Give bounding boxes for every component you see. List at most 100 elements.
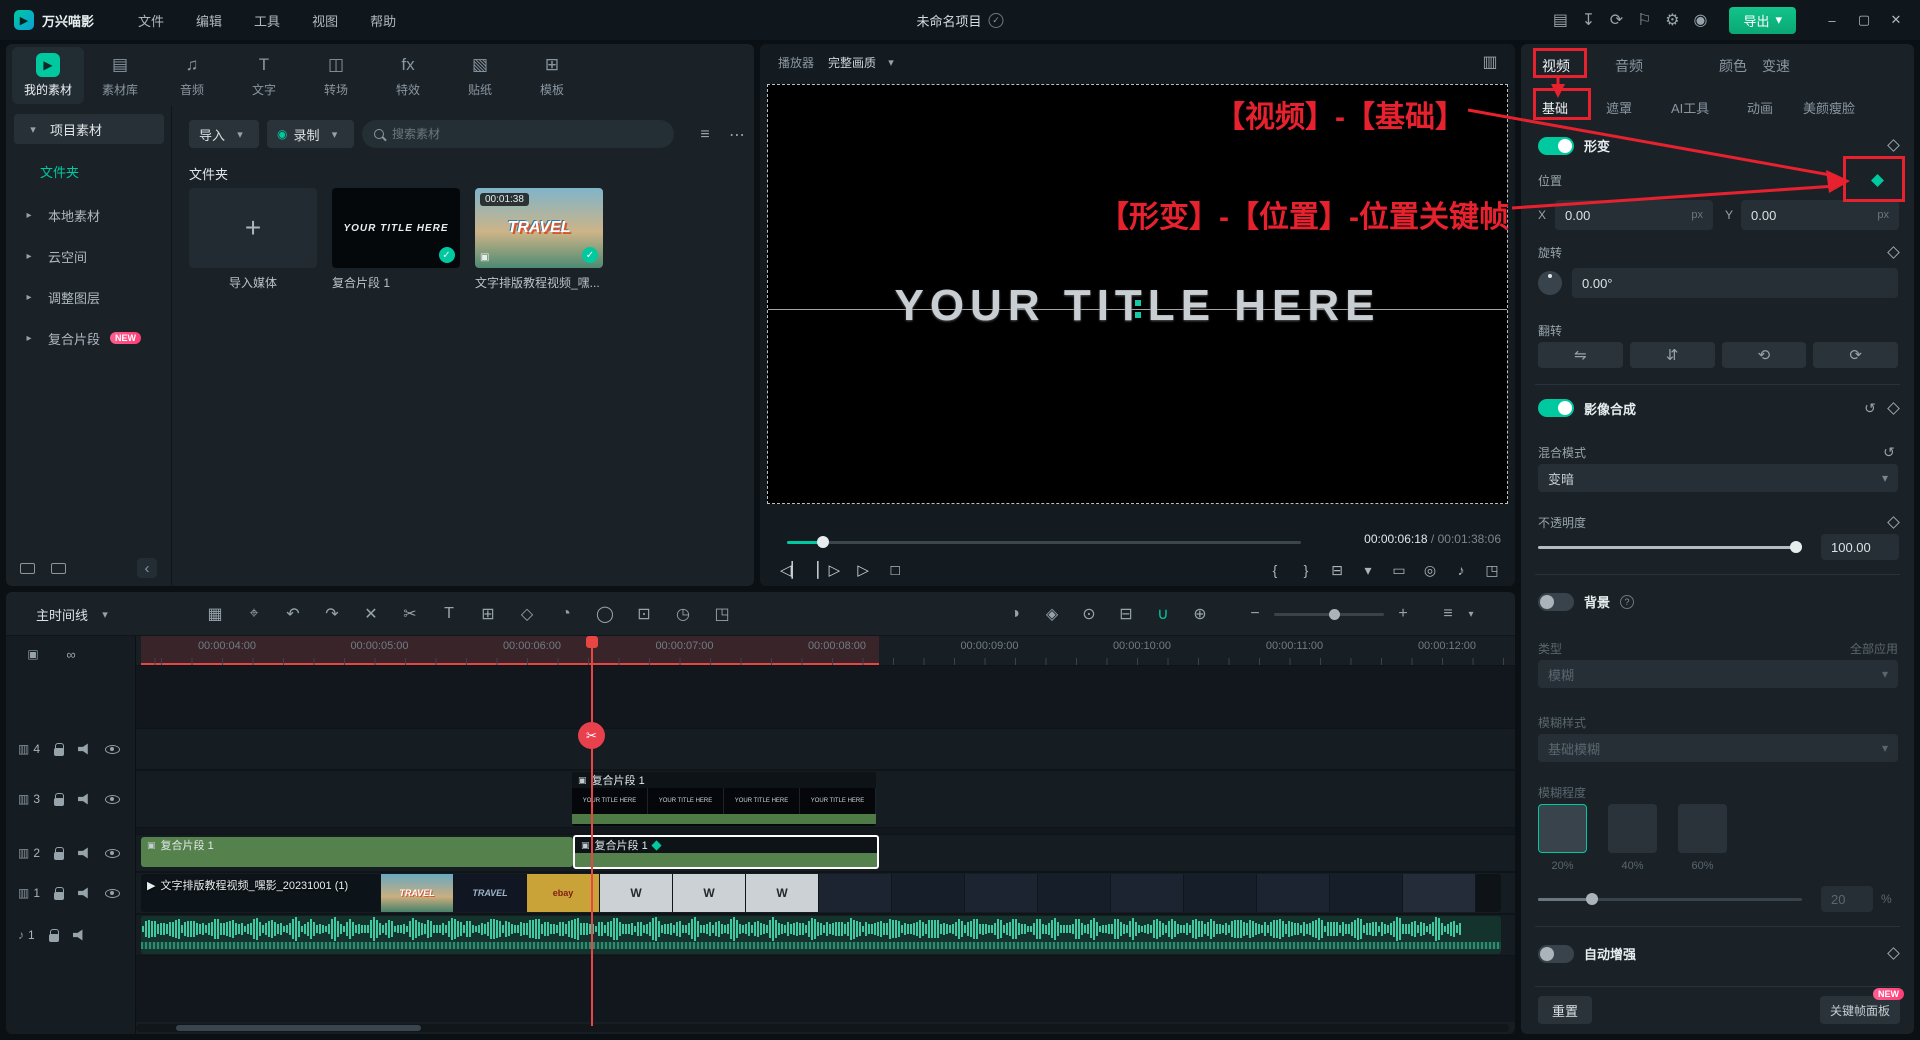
compound-clip-tile[interactable]: YOUR TITLE HERE ✓ [332,188,460,268]
import-media-tile[interactable]: + [189,188,317,268]
video-stage[interactable]: YOUR TITLE HERE [767,84,1508,504]
playhead-scissors-icon[interactable]: ✂ [578,722,605,749]
reset-button[interactable]: 重置 [1538,996,1592,1024]
mask-icon[interactable]: ◯ [596,604,614,624]
lock-track-icon[interactable] [54,798,64,806]
app-logo[interactable]: ▶ 万兴喵影 [0,10,108,30]
freeze-frame-icon[interactable]: ◷ [674,604,692,624]
split-icon[interactable]: ✂ [401,604,419,624]
undo-icon[interactable]: ↶ [284,604,302,624]
rotate-ccw-icon[interactable]: ⟲ [1722,342,1807,368]
clip-audio-track1[interactable] [141,916,1501,954]
tab-my-media[interactable]: ▶ 我的素材 [12,47,84,104]
blur-amount-slider[interactable] [1538,892,1802,906]
close-button[interactable]: ✕ [1882,6,1910,34]
track-manager[interactable]: ≡ ▾ [1439,600,1480,628]
tab-effects[interactable]: fx 特效 [372,47,444,104]
search-box[interactable] [362,120,674,148]
menu-item-0[interactable]: 文件 [126,7,176,34]
progress-knob[interactable] [817,536,829,548]
caret-down-icon[interactable]: ▾ [1359,560,1377,580]
display-mode-icon[interactable]: ▭ [1390,560,1408,580]
rotate-keyframe-icon[interactable] [1887,246,1900,259]
track-row-4[interactable] [136,728,1515,770]
zoom-out-icon[interactable]: − [1246,604,1264,624]
reset-compositing-icon[interactable]: ↺ [1861,398,1879,418]
blend-mode-dropdown[interactable]: 变暗 ▾ [1538,464,1898,492]
sidebar-project-media[interactable]: ▾ 项目素材 [14,114,164,144]
marker-icon[interactable]: ⊕ [1191,604,1209,624]
record-button[interactable]: ◉ 录制 ▾ [267,120,354,148]
mark-out-icon[interactable]: } [1297,560,1315,580]
blur-amount-value-box[interactable]: 20 [1821,886,1873,912]
scopes-icon[interactable]: ▥ [1481,52,1499,72]
delete-icon[interactable]: ✕ [362,604,380,624]
subtab-beauty[interactable]: 美颜瘦脸 [1803,98,1855,117]
stop-icon[interactable]: □ [886,560,904,580]
timeline-ruler[interactable]: 00:00:04:0000:00:05:0000:00:06:0000:00:0… [136,636,1515,666]
link-icon[interactable]: ∞ [62,644,80,664]
clip-compound-track3[interactable]: ▣ 复合片段 1 YOUR TITLE HERE YOUR TITLE HERE… [572,772,876,826]
search-input[interactable] [392,127,622,141]
zoom-knob[interactable] [1329,609,1340,620]
minimize-button[interactable]: – [1818,6,1846,34]
opacity-value-box[interactable]: 100.00 [1821,534,1899,560]
blur-style-dropdown[interactable]: 基础模糊 ▾ [1538,734,1898,762]
background-toggle[interactable] [1538,593,1574,611]
menu-item-3[interactable]: 视图 [300,7,350,34]
menu-item-2[interactable]: 工具 [242,7,292,34]
tab-templates[interactable]: ⊞ 模板 [516,47,588,104]
compare-icon[interactable]: ⊟ [1328,560,1346,580]
opacity-keyframe-icon[interactable] [1887,516,1900,529]
timeline-horizontal-scrollbar[interactable] [136,1024,1509,1032]
flip-vertical-icon[interactable]: ⇵ [1630,342,1715,368]
selection-handle[interactable] [1135,312,1141,318]
subtab-ai-tools[interactable]: AI工具 [1671,98,1709,117]
settings-icon[interactable]: ⚙ [1663,10,1681,30]
clip-compound-track2-left[interactable]: ▣ 复合片段 1 [141,837,573,867]
color-correction-icon[interactable]: ◑ [1006,604,1024,624]
tab-color[interactable]: 颜色 [1719,56,1747,76]
mute-track-icon[interactable] [78,793,91,805]
import-button[interactable]: 导入 ▾ [189,120,259,148]
filter-icon[interactable]: ≡ [696,125,714,145]
voiceover-icon[interactable]: ⊙ [1080,604,1098,624]
compositing-toggle[interactable] [1538,399,1574,417]
mute-track-icon[interactable] [78,887,91,899]
hide-track-icon[interactable] [105,745,120,754]
notification-icon[interactable]: ⚐ [1635,10,1653,30]
text-tool-icon[interactable]: T [440,604,458,624]
timeline-mode-dropdown[interactable]: 主时间线 ▾ [36,604,114,624]
compositing-keyframe-icon[interactable] [1887,402,1900,415]
clip-compound-track2-selected[interactable]: ▣ 复合片段 1 [573,835,879,869]
denoise-icon[interactable]: ◈ [1043,604,1061,624]
duplicate-icon[interactable]: ⊞ [479,604,497,624]
more-icon[interactable]: ⋯ [728,125,746,145]
expand-icon[interactable]: ◳ [713,604,731,624]
fullscreen-icon[interactable]: ◳ [1483,560,1501,580]
sidebar-item-local-media[interactable]: ▸ 本地素材 [6,200,171,230]
background-type-dropdown[interactable]: 模糊 ▾ [1538,660,1898,688]
quality-dropdown[interactable]: 完整画质 ▾ [828,52,900,72]
help-icon[interactable]: ? [1620,595,1634,609]
menu-item-1[interactable]: 编辑 [184,7,234,34]
folder-icon[interactable] [20,563,35,574]
apply-all-link[interactable]: 全部应用 [1850,640,1898,657]
compound-icon[interactable]: ▣ [24,644,42,664]
reset-blend-icon[interactable]: ↺ [1880,442,1898,462]
clip-video-track1[interactable]: TRAVELTRAVELebayWWW ▶ 文字排版教程视频_嘿影_202310… [141,874,1501,912]
transform-keyframe-icon[interactable] [1887,139,1900,152]
playback-progress[interactable] [787,536,1301,548]
tab-stock-media[interactable]: ▤ 素材库 [84,47,156,104]
zoom-in-icon[interactable]: + [1394,604,1412,624]
snapshot-icon[interactable]: ◎ [1421,560,1439,580]
tab-text[interactable]: T 文字 [228,47,300,104]
hide-track-icon[interactable] [105,849,120,858]
lock-track-icon[interactable] [54,852,64,860]
blur-level-tile-60[interactable] [1678,804,1727,853]
zoom-slider[interactable] [1274,613,1384,616]
lock-track-icon[interactable] [54,892,64,900]
keyframe-panel-button[interactable]: 关键帧面板 [1820,996,1900,1024]
tab-audio-props[interactable]: 音频 [1615,56,1643,76]
collapse-sidebar-icon[interactable]: ‹ [137,558,157,578]
